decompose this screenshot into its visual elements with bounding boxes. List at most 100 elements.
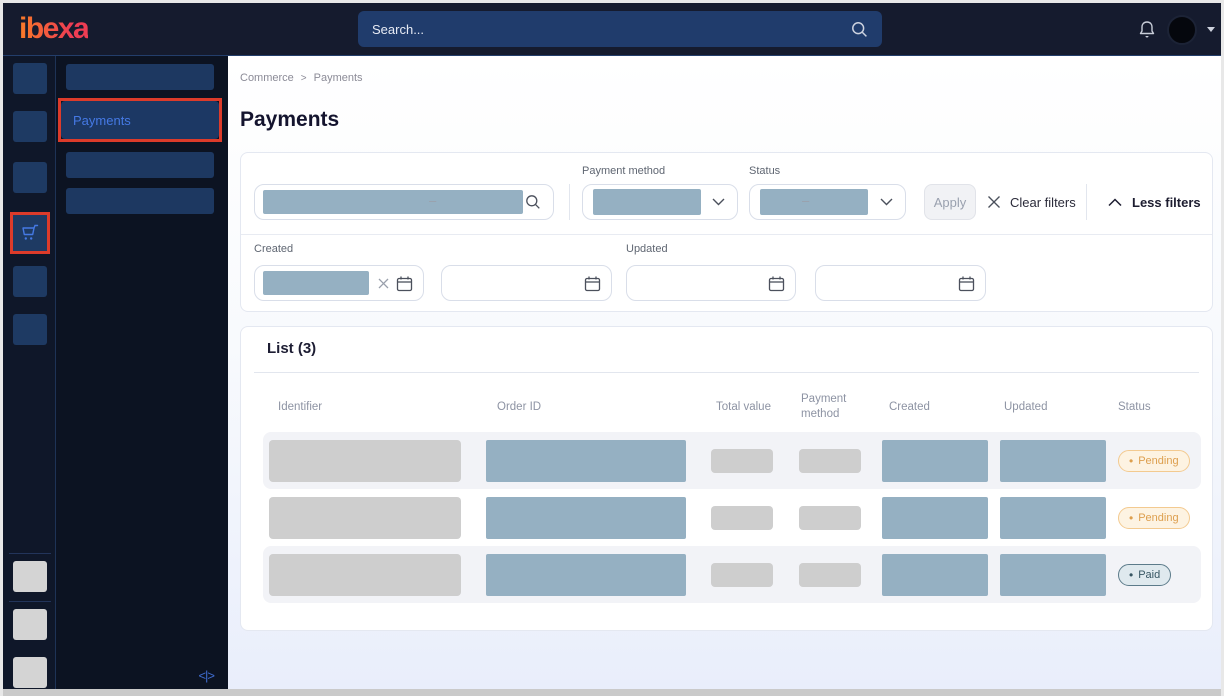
rail-bottom-item-1[interactable] (13, 561, 47, 592)
ibexa-logo[interactable]: ibexa (19, 12, 88, 46)
search-icon (851, 21, 868, 38)
redacted-updated (1000, 440, 1106, 482)
col-updated: Updated (996, 400, 1113, 415)
sidebar-item-payments-label: Payments (61, 101, 219, 139)
user-menu-caret-icon[interactable] (1207, 27, 1215, 32)
col-order-id: Order ID (486, 400, 706, 415)
status-badge: Pending (1118, 507, 1190, 529)
rail-item-2[interactable] (13, 111, 47, 142)
redacted-select-value (760, 189, 868, 215)
status-badge: Paid (1118, 564, 1171, 586)
redacted-total-value (711, 506, 773, 530)
horizontal-scrollbar[interactable] (3, 689, 1221, 696)
filters-panel: Payment method Status Apply (240, 152, 1213, 312)
sidebar-collapse-icon[interactable]: <|> (198, 668, 214, 683)
col-status: Status (1113, 400, 1201, 415)
topbar-actions (1137, 3, 1215, 56)
payments-list-panel: List (3) Identifier Order ID Total value… (240, 326, 1213, 631)
updated-from-input[interactable] (626, 265, 796, 301)
apply-button[interactable]: Apply (924, 184, 976, 220)
close-icon (987, 195, 1001, 209)
table-header: Identifier Order ID Total value Payment … (263, 382, 1201, 432)
rail-divider (9, 601, 51, 602)
chevron-down-icon (712, 198, 725, 206)
redacted-payment-method (799, 563, 861, 587)
created-label: Created (254, 243, 293, 255)
less-filters-button[interactable]: Less filters (1108, 184, 1201, 220)
notifications-bell-icon[interactable] (1137, 19, 1157, 41)
redacted-select-value (593, 189, 701, 215)
rail-item-5[interactable] (13, 266, 47, 297)
filter-divider (1086, 184, 1087, 220)
col-identifier: Identifier (263, 400, 486, 415)
list-title: List (3) (267, 340, 316, 357)
created-from-input[interactable] (254, 265, 424, 301)
payment-method-label: Payment method (582, 165, 665, 177)
redacted-created (882, 497, 988, 539)
search-icon (525, 194, 541, 210)
status-badge: Pending (1118, 450, 1190, 472)
chevron-up-icon (1108, 198, 1122, 207)
col-payment-method: Payment method (791, 392, 877, 422)
chevron-down-icon (880, 198, 893, 206)
breadcrumb: Commerce > Payments (240, 72, 1213, 84)
redacted-identifier (269, 497, 461, 539)
list-divider (254, 372, 1199, 373)
redacted-created (882, 440, 988, 482)
rail-item-commerce-active[interactable] (10, 212, 50, 254)
rail-item-1[interactable] (13, 63, 47, 94)
sidebar-item-3[interactable] (66, 152, 214, 178)
page-title: Payments (240, 108, 1213, 132)
calendar-icon[interactable] (768, 275, 785, 292)
shopping-cart-icon (19, 222, 41, 244)
filter-search-input[interactable] (254, 184, 554, 220)
redacted-order-id (486, 554, 686, 596)
table-row[interactable]: Pending (263, 489, 1201, 546)
calendar-icon[interactable] (584, 275, 601, 292)
rail-item-3[interactable] (13, 162, 47, 193)
clear-date-icon[interactable] (378, 278, 389, 289)
payment-method-select[interactable] (582, 184, 738, 220)
redacted-updated (1000, 554, 1106, 596)
redacted-identifier (269, 554, 461, 596)
icon-rail (3, 56, 56, 689)
redacted-payment-method (799, 506, 861, 530)
breadcrumb-commerce[interactable]: Commerce (240, 72, 294, 84)
calendar-icon[interactable] (396, 275, 413, 292)
breadcrumb-payments: Payments (314, 72, 363, 84)
user-avatar[interactable] (1167, 15, 1197, 45)
sidebar-item-4[interactable] (66, 188, 214, 214)
table-row[interactable]: Pending (263, 432, 1201, 489)
rail-bottom-item-2[interactable] (13, 609, 47, 640)
updated-label: Updated (626, 243, 668, 255)
redacted-total-value (711, 449, 773, 473)
filter-row-separator (241, 234, 1212, 235)
redacted-identifier (269, 440, 461, 482)
created-to-input[interactable] (441, 265, 612, 301)
calendar-icon[interactable] (958, 275, 975, 292)
date-range-separator: – (429, 193, 436, 208)
sidebar-item-1[interactable] (66, 64, 214, 90)
rail-bottom-item-3[interactable] (13, 657, 47, 688)
status-select[interactable] (749, 184, 906, 220)
search-input[interactable] (372, 22, 851, 37)
redacted-payment-method (799, 449, 861, 473)
clear-filters-button[interactable]: Clear filters (987, 184, 1076, 220)
clear-filters-label: Clear filters (1010, 195, 1076, 210)
topbar: ibexa (3, 3, 1221, 56)
redacted-updated (1000, 497, 1106, 539)
rail-item-6[interactable] (13, 314, 47, 345)
filter-divider (569, 184, 570, 220)
date-range-separator: – (802, 193, 809, 208)
table-row[interactable]: Paid (263, 546, 1201, 603)
status-label: Status (749, 165, 780, 177)
redacted-search-value (263, 190, 523, 214)
rail-divider (9, 553, 51, 554)
sidebar-item-payments-active[interactable]: Payments (58, 98, 222, 142)
redacted-order-id (486, 497, 686, 539)
updated-to-input[interactable] (815, 265, 986, 301)
redacted-order-id (486, 440, 686, 482)
breadcrumb-separator: > (301, 73, 307, 84)
main-content: Commerce > Payments Payments Payment met… (228, 56, 1221, 689)
secondary-sidebar: Payments <|> (56, 56, 228, 689)
